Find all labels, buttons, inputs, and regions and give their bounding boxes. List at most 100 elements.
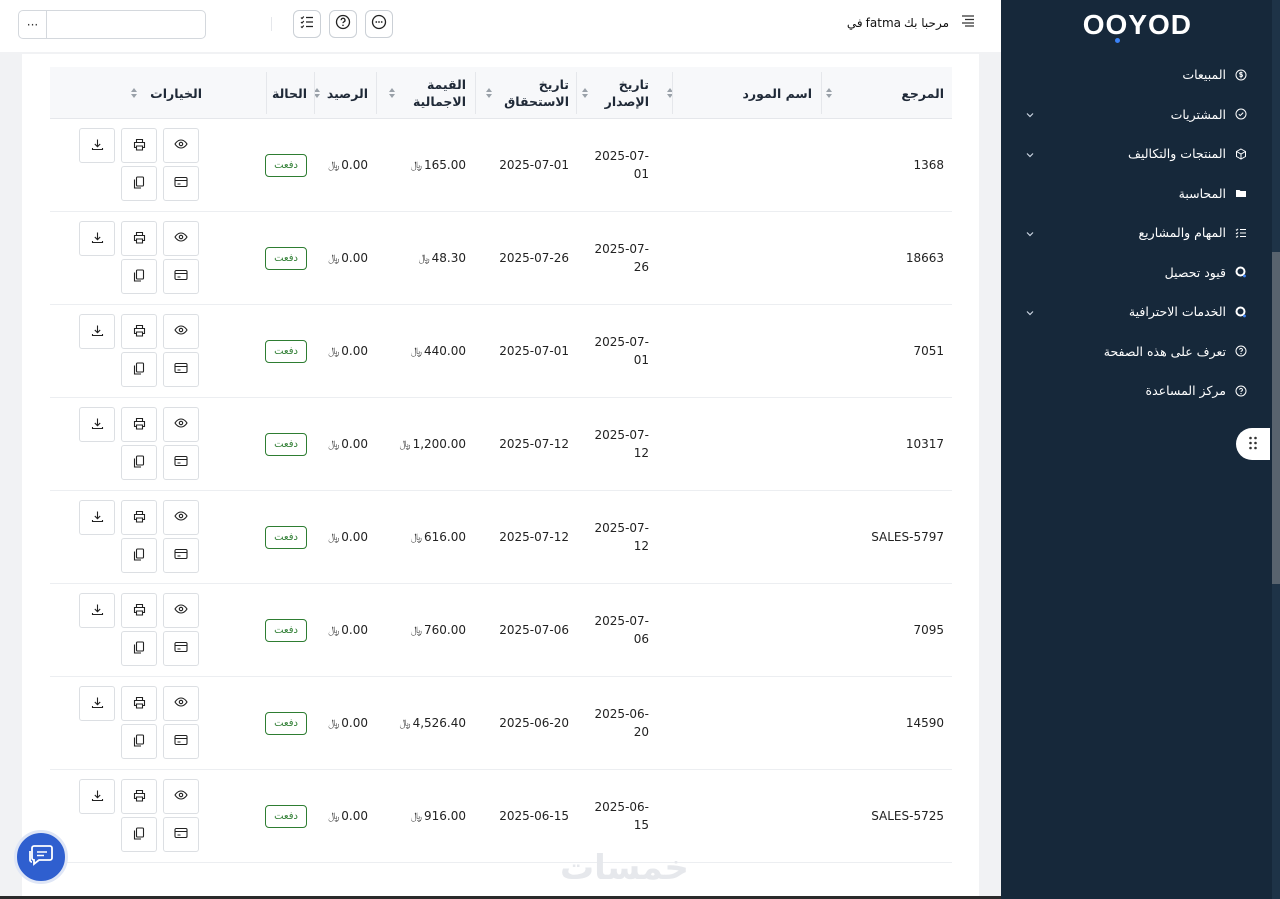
download-button[interactable] <box>79 221 115 256</box>
sidebar-item[interactable]: المشتريات <box>1023 95 1248 135</box>
print-icon <box>133 510 146 526</box>
sort-icon[interactable] <box>666 87 674 99</box>
copy-button[interactable] <box>121 724 157 759</box>
currency-symbol: ﷼ <box>410 159 422 171</box>
copy-button[interactable] <box>121 445 157 480</box>
print-button[interactable] <box>121 128 157 163</box>
copy-button[interactable] <box>121 352 157 387</box>
print-button[interactable] <box>121 779 157 814</box>
sort-icon[interactable] <box>581 87 589 99</box>
sidebar-item[interactable]: المبيعات <box>1023 55 1248 95</box>
sidebar-item[interactable]: الخدمات الاحترافية <box>1023 292 1248 332</box>
copy-button[interactable] <box>121 817 157 852</box>
col-issue-date[interactable]: تاريخ الإصدار <box>581 67 649 119</box>
col-supplier[interactable]: اسم المورد <box>666 67 812 119</box>
payment-button[interactable] <box>163 724 199 759</box>
sidebar-scrollbar[interactable] <box>1272 0 1280 899</box>
sidebar-item[interactable]: تعرف على هذه الصفحة <box>1023 332 1248 372</box>
view-button[interactable] <box>163 686 199 721</box>
view-button[interactable] <box>163 221 199 256</box>
sidebar-item[interactable]: مركز المساعدة <box>1023 371 1248 411</box>
chevron-down-icon[interactable] <box>1023 227 1035 239</box>
menu-toggle-icon[interactable] <box>961 15 975 30</box>
issue-date-part: 2025-07- <box>594 428 649 442</box>
sidebar-item[interactable]: المنتجات والتكاليف <box>1023 134 1248 174</box>
due-date-cell: 2025-06-15 <box>499 809 569 823</box>
print-button[interactable] <box>121 314 157 349</box>
watermark-logo: خمسات <box>560 848 689 888</box>
print-button[interactable] <box>121 407 157 442</box>
more-options-button[interactable]: ··· <box>19 11 47 38</box>
print-button[interactable] <box>121 500 157 535</box>
print-icon <box>133 231 146 247</box>
sidebar-item[interactable]: المحاسبة <box>1023 174 1248 214</box>
col-due-date[interactable]: تاريخ الاستحقاق <box>485 67 569 119</box>
tasks-button[interactable] <box>293 10 321 38</box>
download-button[interactable] <box>79 500 115 535</box>
copy-button[interactable] <box>121 631 157 666</box>
payment-button[interactable] <box>163 538 199 573</box>
payment-button[interactable] <box>163 259 199 294</box>
payment-button[interactable] <box>163 166 199 201</box>
col-ref[interactable]: المرجع <box>825 67 944 119</box>
issue-date-part: 2025-06- <box>594 707 649 721</box>
status-cell: دفعت <box>265 398 307 490</box>
download-icon <box>91 510 104 526</box>
payment-button[interactable] <box>163 352 199 387</box>
box-icon <box>1234 147 1248 161</box>
payment-button[interactable] <box>163 817 199 852</box>
ooyod-dot-icon <box>1234 265 1248 279</box>
print-icon <box>133 603 146 619</box>
download-button[interactable] <box>79 407 115 442</box>
live-chat-button[interactable] <box>14 830 68 884</box>
payment-card-icon <box>174 455 188 470</box>
due-date-cell: 2025-06-20 <box>499 716 569 730</box>
sidebar-scroll-thumb[interactable] <box>1272 252 1280 584</box>
total-cell: ﷼ 165.00 <box>411 119 466 211</box>
checklist-icon <box>299 14 315 34</box>
view-button[interactable] <box>163 593 199 628</box>
col-balance[interactable]: الرصيد <box>313 67 368 119</box>
view-button[interactable] <box>163 128 199 163</box>
download-button[interactable] <box>79 686 115 721</box>
print-button[interactable] <box>121 221 157 256</box>
currency-symbol: ﷼ <box>410 531 422 543</box>
chat-button[interactable] <box>365 10 393 38</box>
copy-button[interactable] <box>121 259 157 294</box>
sidebar-item[interactable]: المهام والمشاريع <box>1023 213 1248 253</box>
copy-button[interactable] <box>121 538 157 573</box>
print-button[interactable] <box>121 686 157 721</box>
sidebar-item[interactable]: قيود تحصيل <box>1023 253 1248 293</box>
sort-icon[interactable] <box>825 87 833 99</box>
sort-icon[interactable] <box>485 87 493 99</box>
issue-date-part: 15 <box>633 818 649 832</box>
print-button[interactable] <box>121 593 157 628</box>
chevron-down-icon[interactable] <box>1023 108 1035 120</box>
copy-button[interactable] <box>121 166 157 201</box>
balance-cell: ﷼ 0.00 <box>328 491 368 583</box>
help-button[interactable] <box>329 10 357 38</box>
download-button[interactable] <box>79 593 115 628</box>
column-divider <box>672 72 673 114</box>
balance-value: 0.00 <box>341 344 368 358</box>
payment-button[interactable] <box>163 445 199 480</box>
chevron-down-icon[interactable] <box>1023 148 1035 160</box>
company-selector[interactable]: ··· <box>18 10 206 39</box>
payment-button[interactable] <box>163 631 199 666</box>
sort-icon[interactable] <box>130 87 138 99</box>
view-button[interactable] <box>163 314 199 349</box>
status-cell: دفعت <box>265 212 307 304</box>
view-button[interactable] <box>163 779 199 814</box>
sidebar-collapse-handle[interactable] <box>1236 428 1270 460</box>
view-button[interactable] <box>163 407 199 442</box>
brand-logo[interactable]: OOYOD <box>1083 9 1192 43</box>
chevron-down-icon[interactable] <box>1023 306 1035 318</box>
download-button[interactable] <box>79 779 115 814</box>
col-total[interactable]: القيمة الاجمالية <box>388 67 466 119</box>
sidebar-item-label: الخدمات الاحترافية <box>1128 304 1226 320</box>
issue-date-part: 01 <box>633 353 649 367</box>
sort-icon[interactable] <box>388 87 396 99</box>
download-button[interactable] <box>79 128 115 163</box>
view-button[interactable] <box>163 500 199 535</box>
download-button[interactable] <box>79 314 115 349</box>
